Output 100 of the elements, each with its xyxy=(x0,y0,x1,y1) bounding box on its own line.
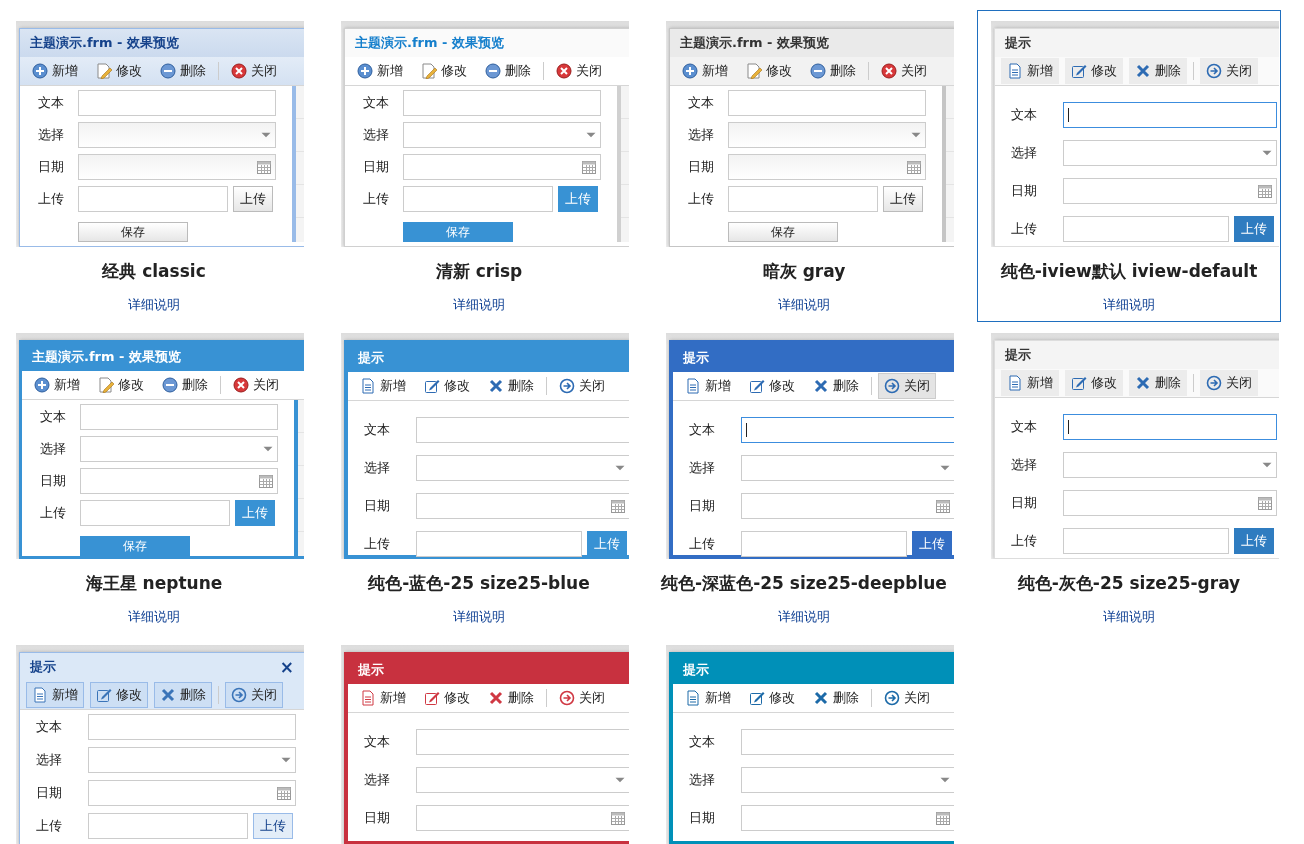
theme-card[interactable]: 提示 新增 修改 删除 关闭 文本 选择 日期 上传 上传 纯色-灰色-25 size25-gray 详细说明 xyxy=(977,322,1281,634)
file-field[interactable] xyxy=(88,813,248,839)
text-field[interactable] xyxy=(1063,414,1277,440)
toolbar-button[interactable]: 修改 xyxy=(1065,58,1123,84)
toolbar-button[interactable]: 关闭 xyxy=(875,58,933,84)
details-link[interactable]: 详细说明 xyxy=(453,606,505,626)
file-field[interactable] xyxy=(741,531,907,557)
details-link[interactable]: 详细说明 xyxy=(128,294,180,314)
toolbar-button[interactable]: 修改 xyxy=(743,373,801,399)
text-field[interactable] xyxy=(88,714,296,740)
upload-button[interactable]: 上传 xyxy=(883,186,923,212)
date-field[interactable] xyxy=(741,493,954,519)
toolbar-button[interactable]: 关闭 xyxy=(878,373,936,399)
theme-card[interactable]: 主题演示.frm - 效果预览 新增 修改 删除 关闭 文本 选择 日期 上传 上传 保存 暗灰 gray 详细说明 xyxy=(652,10,956,322)
toolbar-button[interactable]: 修改 xyxy=(418,373,476,399)
toolbar-button[interactable]: 关闭 xyxy=(553,685,611,711)
toolbar-button[interactable]: 删除 xyxy=(154,58,212,84)
toolbar-button[interactable]: 新增 xyxy=(1001,58,1059,84)
details-link[interactable]: 详细说明 xyxy=(1103,606,1155,626)
toolbar-button[interactable]: 删除 xyxy=(807,685,865,711)
date-field[interactable] xyxy=(1063,178,1277,204)
toolbar-button[interactable]: 新增 xyxy=(26,682,84,708)
toolbar-button[interactable]: 修改 xyxy=(418,685,476,711)
toolbar-button[interactable]: 新增 xyxy=(26,58,84,84)
toolbar-button[interactable]: 删除 xyxy=(807,373,865,399)
text-field[interactable] xyxy=(728,90,926,116)
date-field[interactable] xyxy=(78,154,276,180)
theme-card[interactable]: 主题演示.frm - 效果预览 新增 修改 删除 关闭 文本 选择 日期 上传 上传 保存 经典 classic 详细说明 xyxy=(2,10,306,322)
toolbar-button[interactable]: 关闭 xyxy=(227,372,285,398)
date-field[interactable] xyxy=(416,493,629,519)
file-field[interactable] xyxy=(78,186,228,212)
theme-card[interactable]: 主题演示.frm - 效果预览 新增 修改 删除 关闭 文本 选择 日期 上传 上传 保存 清新 crisp 详细说明 xyxy=(327,10,631,322)
select-field[interactable] xyxy=(741,455,954,481)
toolbar-button[interactable]: 修改 xyxy=(90,682,148,708)
file-field[interactable] xyxy=(728,186,878,212)
upload-button[interactable]: 上传 xyxy=(253,813,293,839)
toolbar-button[interactable]: 修改 xyxy=(1065,370,1123,396)
file-field[interactable] xyxy=(1063,216,1229,242)
date-field[interactable] xyxy=(88,780,296,806)
theme-card[interactable]: 提示 新增 修改 删除 关闭 文本 选择 日期 xyxy=(327,634,631,844)
text-field[interactable] xyxy=(416,729,629,755)
toolbar-button[interactable]: 删除 xyxy=(1129,370,1187,396)
toolbar-button[interactable]: 删除 xyxy=(1129,58,1187,84)
toolbar-button[interactable]: 关闭 xyxy=(553,373,611,399)
save-button[interactable]: 保存 xyxy=(728,222,838,242)
text-field[interactable] xyxy=(1063,102,1277,128)
details-link[interactable]: 详细说明 xyxy=(128,606,180,626)
toolbar-button[interactable]: 新增 xyxy=(676,58,734,84)
date-field[interactable] xyxy=(1063,490,1277,516)
select-field[interactable] xyxy=(1063,452,1277,478)
upload-button[interactable]: 上传 xyxy=(233,186,273,212)
upload-button[interactable]: 上传 xyxy=(1234,528,1274,554)
date-field[interactable] xyxy=(741,805,954,831)
toolbar-button[interactable]: 删除 xyxy=(479,58,537,84)
toolbar-button[interactable]: 新增 xyxy=(354,685,412,711)
theme-card[interactable]: 提示 新增 修改 删除 关闭 文本 选择 日期 上传 上传 纯色-iview默认 iview-default 详细说明 xyxy=(977,10,1281,322)
toolbar-button[interactable]: 关闭 xyxy=(225,682,283,708)
details-link[interactable]: 详细说明 xyxy=(778,606,830,626)
close-button[interactable]: × xyxy=(279,658,294,676)
toolbar-button[interactable]: 删除 xyxy=(804,58,862,84)
toolbar-button[interactable]: 新增 xyxy=(1001,370,1059,396)
select-field[interactable] xyxy=(416,767,629,793)
toolbar-button[interactable]: 新增 xyxy=(28,372,86,398)
file-field[interactable] xyxy=(80,500,230,526)
text-field[interactable] xyxy=(741,417,954,443)
toolbar-button[interactable]: 新增 xyxy=(354,373,412,399)
theme-card[interactable]: 主题演示.frm - 效果预览 新增 修改 删除 关闭 文本 选择 日期 上传 上传 保存 海王星 neptune 详细说明 xyxy=(2,322,306,634)
select-field[interactable] xyxy=(78,122,276,148)
upload-button[interactable]: 上传 xyxy=(1234,216,1274,242)
date-field[interactable] xyxy=(416,805,629,831)
upload-button[interactable]: 上传 xyxy=(912,531,952,557)
toolbar-button[interactable]: 关闭 xyxy=(878,685,936,711)
toolbar-button[interactable]: 修改 xyxy=(415,58,473,84)
toolbar-button[interactable]: 删除 xyxy=(482,685,540,711)
toolbar-button[interactable]: 修改 xyxy=(743,685,801,711)
file-field[interactable] xyxy=(403,186,553,212)
date-field[interactable] xyxy=(728,154,926,180)
toolbar-button[interactable]: 删除 xyxy=(154,682,212,708)
text-field[interactable] xyxy=(78,90,276,116)
text-field[interactable] xyxy=(741,729,954,755)
text-field[interactable] xyxy=(80,404,278,430)
select-field[interactable] xyxy=(1063,140,1277,166)
toolbar-button[interactable]: 修改 xyxy=(740,58,798,84)
theme-card[interactable]: 提示 × 新增 修改 删除 关闭 文本 选择 日期 上传 上传 xyxy=(2,634,306,844)
select-field[interactable] xyxy=(403,122,601,148)
theme-card[interactable]: 提示 新增 修改 删除 关闭 文本 选择 日期 xyxy=(652,634,956,844)
details-link[interactable]: 详细说明 xyxy=(1103,294,1155,314)
toolbar-button[interactable]: 关闭 xyxy=(1200,58,1258,84)
toolbar-button[interactable]: 新增 xyxy=(351,58,409,84)
select-field[interactable] xyxy=(728,122,926,148)
save-button[interactable]: 保存 xyxy=(78,222,188,242)
details-link[interactable]: 详细说明 xyxy=(778,294,830,314)
date-field[interactable] xyxy=(403,154,601,180)
toolbar-button[interactable]: 关闭 xyxy=(1200,370,1258,396)
select-field[interactable] xyxy=(416,455,629,481)
toolbar-button[interactable]: 新增 xyxy=(679,373,737,399)
date-field[interactable] xyxy=(80,468,278,494)
toolbar-button[interactable]: 修改 xyxy=(92,372,150,398)
text-field[interactable] xyxy=(416,417,629,443)
select-field[interactable] xyxy=(741,767,954,793)
